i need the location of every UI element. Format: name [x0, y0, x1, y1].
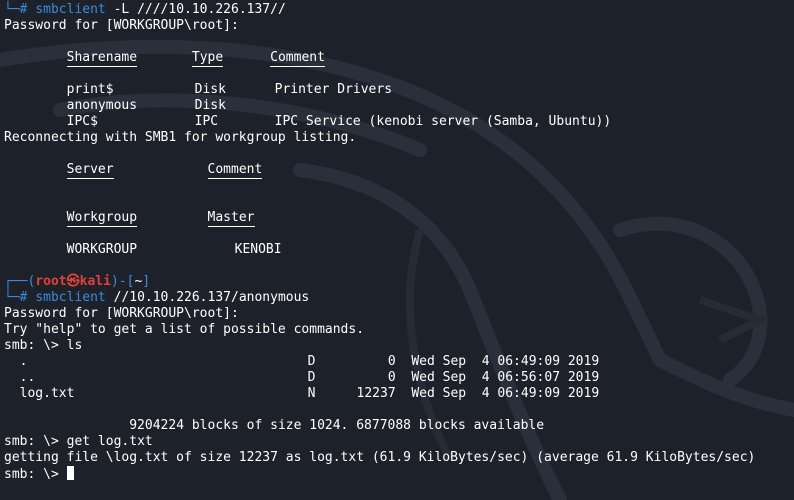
- prompt-line-2a: ┌──(root㉿kali)-[~]: [4, 274, 151, 289]
- shares-header: Sharename Type Comment: [66, 50, 325, 67]
- command-args: -L ////10.10.226.137//: [105, 2, 286, 17]
- prompt-line-1b: └─# smbclient -L ////10.10.226.137//: [4, 2, 286, 17]
- command-args: //10.10.226.137/anonymous: [105, 290, 310, 305]
- help-message: Try "help" to get a list of possible com…: [4, 322, 365, 337]
- share-row: print$ Disk Printer Drivers: [66, 82, 393, 97]
- server-header: Server Comment: [66, 162, 263, 179]
- smb-command-line: smb: \> ls: [4, 338, 83, 353]
- terminal-output[interactable]: └─# smbclient -L ////10.10.226.137// Pas…: [4, 2, 794, 482]
- kali-skull-icon: ㉿: [66, 274, 80, 289]
- workgroup-row: WORKGROUP KENOBI: [66, 242, 282, 257]
- file-row: .D0 Wed Sep 4 06:49:09 2019: [19, 354, 600, 369]
- smb-command-line: smb: \> get log.txt: [4, 434, 153, 449]
- file-row: log.txt N 12237 Wed Sep 4 06:49:09 2019: [19, 386, 600, 401]
- getting-file-message: getting file \log.txt of size 12237 as l…: [4, 450, 756, 465]
- blocks-message: 9204224 blocks of size 1024. 6877088 blo…: [129, 418, 545, 433]
- text-cursor: [66, 466, 74, 480]
- file-row: .. D 0 Wed Sep 4 06:56:07 2019: [19, 370, 600, 385]
- prompt-line-2b: └─# smbclient //10.10.226.137/anonymous: [4, 290, 310, 305]
- command-program: smbclient: [35, 2, 106, 17]
- password-prompt: Password for [WORKGROUP\root]:: [4, 18, 239, 33]
- password-prompt: Password for [WORKGROUP\root]:: [4, 306, 239, 321]
- command-program: smbclient: [35, 290, 106, 305]
- prompt-host: kali: [79, 274, 111, 289]
- smb-input-line[interactable]: smb: \>: [4, 466, 794, 482]
- reconnect-message: Reconnecting with SMB1 for workgroup lis…: [4, 130, 357, 145]
- share-row: anonymous Disk: [66, 98, 226, 113]
- workgroup-header: Workgroup Master: [66, 210, 255, 227]
- share-row: IPC$ IPC IPC Service (kenobi server (Samba…: [66, 114, 612, 129]
- prompt-user: root: [35, 274, 67, 289]
